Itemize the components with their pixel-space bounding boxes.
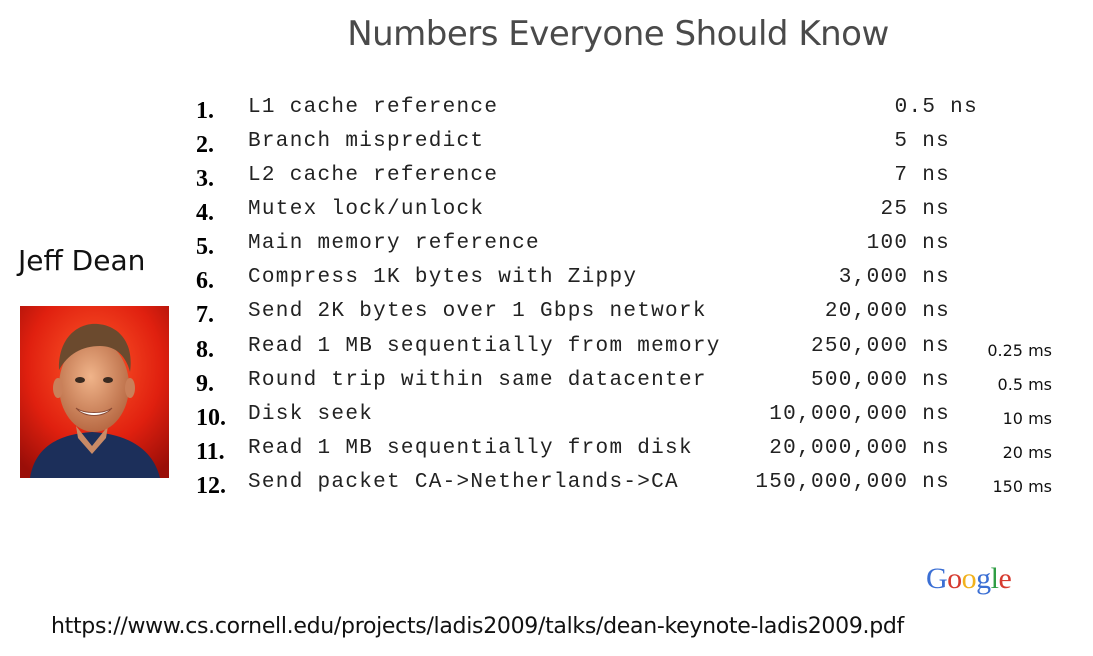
row-label: Round trip within same datacenter: [248, 369, 707, 392]
row-number: 5.: [196, 234, 214, 260]
row-value: 250,000 ns: [810, 335, 950, 358]
row-number: 9.: [196, 371, 214, 397]
row-number: 8.: [196, 337, 214, 363]
table-row: 11. Read 1 MB sequentially from disk 20,…: [0, 437, 1093, 467]
row-value: 3,000 ns: [838, 266, 950, 289]
row-label: Send packet CA->Netherlands->CA: [248, 471, 679, 494]
table-row: 4. Mutex lock/unlock 25 ns: [0, 198, 1093, 228]
row-label: Read 1 MB sequentially from disk: [248, 437, 693, 460]
table-row: 1. L1 cache reference 0.5 ns: [0, 96, 1093, 126]
row-label: L1 cache reference: [248, 96, 499, 119]
row-label: Branch mispredict: [248, 130, 485, 153]
row-value: 25 ns: [880, 198, 950, 221]
row-ms: 0.25 ms: [987, 341, 1052, 360]
row-label: Compress 1K bytes with Zippy: [248, 266, 638, 289]
row-number: 12.: [196, 473, 226, 499]
row-value: 100 ns: [866, 232, 950, 255]
row-ms: 0.5 ms: [997, 375, 1052, 394]
row-number: 11.: [196, 439, 225, 465]
row-value: 500,000 ns: [810, 369, 950, 392]
logo-letter: e: [998, 562, 1012, 595]
row-label: Read 1 MB sequentially from memory: [248, 335, 721, 358]
row-number: 7.: [196, 302, 214, 328]
row-label: Send 2K bytes over 1 Gbps network: [248, 300, 707, 323]
table-row: 12. Send packet CA->Netherlands->CA 150,…: [0, 471, 1093, 501]
table-row: 5. Main memory reference 100 ns: [0, 232, 1093, 262]
table-row: 7. Send 2K bytes over 1 Gbps network 20,…: [0, 300, 1093, 330]
row-label: Mutex lock/unlock: [248, 198, 485, 221]
row-number: 10.: [196, 405, 226, 431]
row-label: L2 cache reference: [248, 164, 499, 187]
logo-letter: G: [926, 562, 948, 595]
row-number: 3.: [196, 166, 214, 192]
table-row: 8. Read 1 MB sequentially from memory 25…: [0, 335, 1093, 365]
row-value: 0.5 ns: [894, 96, 978, 119]
logo-letter: l: [990, 562, 999, 595]
row-number: 1.: [196, 98, 214, 124]
table-row: 2. Branch mispredict 5 ns: [0, 130, 1093, 160]
table-row: 3. L2 cache reference 7 ns: [0, 164, 1093, 194]
row-label: Disk seek: [248, 403, 374, 426]
table-row: 10. Disk seek 10,000,000 ns 10 ms: [0, 403, 1093, 433]
logo-letter: o: [961, 562, 977, 595]
row-label: Main memory reference: [248, 232, 540, 255]
logo-letter: o: [947, 562, 962, 595]
row-value: 150,000,000 ns: [755, 471, 950, 494]
row-value: 20,000,000 ns: [769, 437, 950, 460]
row-value: 5 ns: [894, 130, 950, 153]
row-ms: 10 ms: [1002, 409, 1052, 428]
table-row: 6. Compress 1K bytes with Zippy 3,000 ns: [0, 266, 1093, 296]
google-logo: Google: [926, 562, 1012, 596]
row-value: 10,000,000 ns: [769, 403, 950, 426]
table-row: 9. Round trip within same datacenter 500…: [0, 369, 1093, 399]
row-ms: 150 ms: [992, 477, 1052, 496]
row-ms: 20 ms: [1002, 443, 1052, 462]
logo-letter: g: [976, 562, 991, 595]
source-url[interactable]: https://www.cs.cornell.edu/projects/ladi…: [51, 614, 904, 639]
row-number: 6.: [196, 268, 214, 294]
row-number: 4.: [196, 200, 214, 226]
row-value: 20,000 ns: [824, 300, 950, 323]
page-title: Numbers Everyone Should Know: [347, 14, 889, 54]
row-value: 7 ns: [894, 164, 950, 187]
row-number: 2.: [196, 132, 214, 158]
